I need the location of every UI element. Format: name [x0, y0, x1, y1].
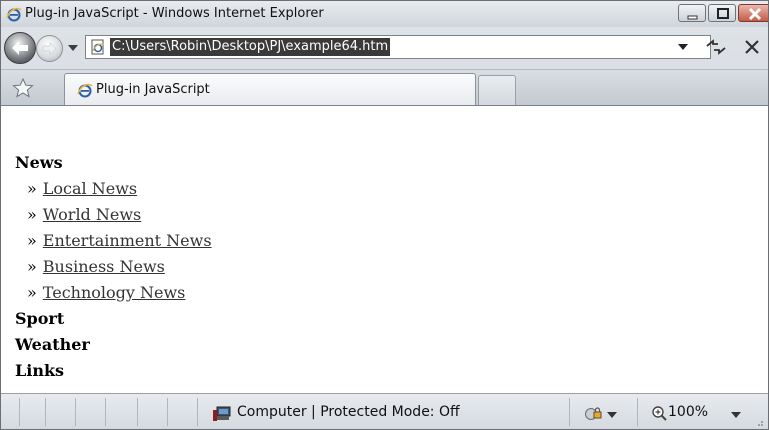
navigation-menu: News » Local News » World News » Entertainm…	[15, 150, 212, 384]
address-bar[interactable]: C:\Users\Robin\Desktop\PJ\example64.htm	[85, 35, 711, 59]
submenu-marker: »	[27, 257, 37, 276]
url-text[interactable]: C:\Users\Robin\Desktop\PJ\example64.htm	[110, 38, 391, 56]
zoom-level[interactable]: 100%	[668, 404, 708, 420]
submenu-item: » Local News	[15, 176, 212, 202]
close-icon	[748, 7, 762, 21]
refresh-icon[interactable]	[704, 37, 728, 57]
status-divider	[75, 398, 76, 426]
submenu-item: » Entertainment News	[15, 228, 212, 254]
menu-heading-news[interactable]: News	[15, 150, 212, 176]
title-bar: Plug-in JavaScript - Windows Internet Ex…	[1, 1, 768, 27]
submenu-marker: »	[27, 179, 37, 198]
stop-icon[interactable]	[741, 37, 763, 57]
ie-icon	[77, 83, 93, 98]
submenu-marker: »	[27, 205, 37, 224]
status-divider	[167, 398, 168, 426]
back-arrow-icon	[12, 41, 28, 55]
entertainment-news-link[interactable]: Entertainment News	[43, 231, 212, 250]
menu-heading-weather[interactable]: Weather	[15, 332, 212, 358]
maximize-button[interactable]	[708, 4, 736, 22]
tab-label: Plug-in JavaScript	[96, 82, 210, 97]
business-news-link[interactable]: Business News	[43, 257, 165, 276]
page-content: News » Local News » World News » Entertainm…	[1, 105, 768, 394]
tab-plug-in-javascript[interactable]: Plug-in JavaScript	[64, 73, 476, 106]
close-button[interactable]	[738, 4, 768, 22]
security-icon[interactable]	[585, 405, 603, 421]
computer-icon	[213, 406, 231, 421]
status-divider	[197, 398, 198, 426]
new-tab-button[interactable]	[478, 75, 516, 106]
minimize-button[interactable]	[678, 4, 706, 22]
browser-window: Plug-in JavaScript - Windows Internet Ex…	[0, 0, 769, 430]
menu-heading-sport[interactable]: Sport	[15, 306, 212, 332]
security-dropdown-icon[interactable]	[607, 412, 617, 418]
forward-arrow-icon	[42, 41, 57, 56]
recent-pages-dropdown-icon[interactable]	[67, 43, 79, 53]
resize-grip-icon[interactable]	[754, 417, 764, 427]
minimize-icon	[687, 15, 698, 20]
submenu-item: » Business News	[15, 254, 212, 280]
window-title: Plug-in JavaScript - Windows Internet Ex…	[25, 6, 324, 21]
zoom-dropdown-icon[interactable]	[731, 412, 741, 418]
technology-news-link[interactable]: Technology News	[43, 283, 186, 302]
ie-icon	[6, 7, 22, 22]
status-divider	[19, 398, 20, 426]
tab-bar: Plug-in JavaScript	[1, 69, 768, 106]
menu-heading-links[interactable]: Links	[15, 358, 212, 384]
world-news-link[interactable]: World News	[43, 205, 141, 224]
magnifier-icon[interactable]	[651, 405, 667, 421]
zone-status-text[interactable]: Computer | Protected Mode: Off	[237, 404, 460, 420]
forward-button[interactable]	[36, 35, 63, 62]
status-divider	[45, 398, 46, 426]
submenu-marker: »	[27, 283, 37, 302]
status-divider	[137, 398, 138, 426]
star-icon[interactable]	[12, 78, 34, 98]
submenu-item: » Technology News	[15, 280, 212, 306]
maximize-icon	[717, 8, 729, 19]
status-divider	[105, 398, 106, 426]
address-dropdown-icon[interactable]	[678, 43, 688, 51]
status-bar: Computer | Protected Mode: Off 100%	[1, 394, 768, 429]
local-news-link[interactable]: Local News	[43, 179, 137, 198]
submenu-item: » World News	[15, 202, 212, 228]
page-icon	[91, 39, 105, 55]
submenu-marker: »	[27, 231, 37, 250]
back-button[interactable]	[4, 32, 36, 64]
status-divider	[569, 398, 570, 426]
navigation-bar: C:\Users\Robin\Desktop\PJ\example64.htm	[1, 27, 768, 69]
status-divider	[637, 398, 638, 426]
